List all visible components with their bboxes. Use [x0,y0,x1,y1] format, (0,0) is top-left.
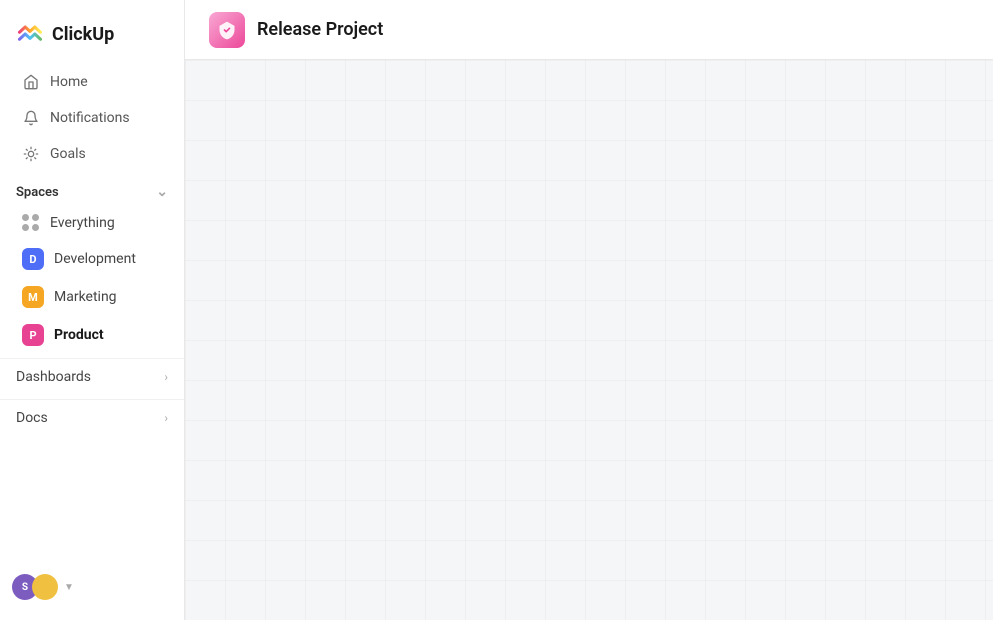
sidebar-item-notifications-label: Notifications [50,110,130,126]
spaces-section-header[interactable]: Spaces ⌄ [0,172,184,206]
everything-dots-icon [22,214,40,232]
marketing-badge: M [22,286,44,308]
chevron-right-icon: › [164,370,168,384]
avatar-secondary [32,574,58,600]
logo-text: ClickUp [52,24,114,45]
main-content: Release Project [185,0,993,620]
sidebar-item-marketing-label: Marketing [54,289,117,305]
main-header: Release Project [185,0,993,60]
project-title: Release Project [257,19,383,40]
logo-area[interactable]: ClickUp [0,12,184,64]
sidebar-item-everything-label: Everything [50,215,115,231]
product-badge: P [22,324,44,346]
trophy-icon [22,145,40,163]
avatar-group: S [12,574,58,600]
home-icon [22,73,40,91]
sidebar-item-docs[interactable]: Docs › [0,399,184,436]
chevron-down-icon: ⌄ [156,184,168,200]
sidebar-item-marketing[interactable]: M Marketing [6,279,178,315]
user-menu-caret: ▼ [64,582,74,593]
sidebar-item-home[interactable]: Home [6,65,178,99]
project-icon [209,12,245,48]
sidebar-item-notifications[interactable]: Notifications [6,101,178,135]
sidebar-item-goals-label: Goals [50,146,86,162]
sidebar-item-development-label: Development [54,251,136,267]
development-badge: D [22,248,44,270]
sidebar: ClickUp Home Notifications Goals [0,0,185,620]
bell-icon [22,109,40,127]
sidebar-item-product-label: Product [54,327,104,343]
sidebar-item-dashboards[interactable]: Dashboards › [0,358,184,395]
chevron-right-icon-docs: › [164,411,168,425]
sidebar-item-dashboards-label: Dashboards [16,369,91,385]
clickup-logo-icon [16,20,44,48]
sidebar-item-development[interactable]: D Development [6,241,178,277]
sidebar-item-product[interactable]: P Product [6,317,178,353]
release-project-svg-icon [217,20,237,40]
sidebar-item-goals[interactable]: Goals [6,137,178,171]
user-area[interactable]: S ▼ [0,566,184,608]
sidebar-item-home-label: Home [50,74,88,90]
spaces-label: Spaces [16,185,59,200]
main-body [185,60,993,620]
sidebar-item-everything[interactable]: Everything [6,207,178,239]
sidebar-item-docs-label: Docs [16,410,48,426]
